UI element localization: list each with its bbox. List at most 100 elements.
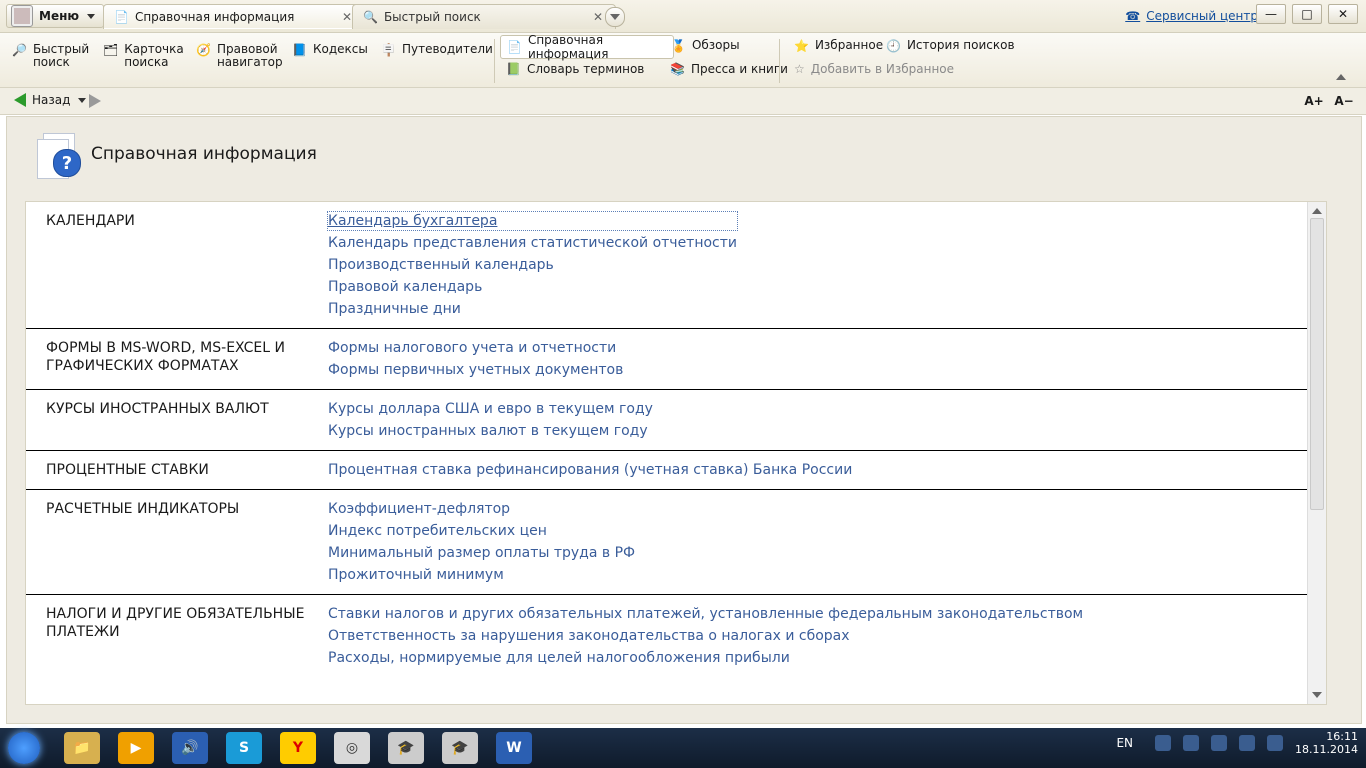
tabs-dropdown-button[interactable] <box>605 7 625 27</box>
section-links: Коэффициент-дефлятор Индекс потребительс… <box>326 500 635 584</box>
tool-text: Путеводители <box>402 43 493 56</box>
quick-search-button[interactable]: 🔎 Быстрый поиск <box>12 43 89 69</box>
magnifier-icon: 🔎 <box>12 43 27 57</box>
legal-navigator-button[interactable]: 🧭 Правовой навигатор <box>196 43 283 69</box>
link-item[interactable]: Формы налогового учета и отчетности <box>328 339 623 357</box>
sections-list: КАЛЕНДАРИ Календарь бухгалтера Календарь… <box>26 202 1308 704</box>
star-plus-icon: ☆ <box>794 62 805 76</box>
skype-icon[interactable]: S <box>226 732 262 764</box>
tab-reference-info[interactable]: 📄 Справочная информация ✕ <box>103 4 365 29</box>
add-to-favorites-label: Добавить в Избранное <box>810 62 955 76</box>
favorites-button[interactable]: ⭐ Избранное <box>794 39 883 54</box>
section-title: КУРСЫ ИНОСТРАННЫХ ВАЛЮТ <box>46 401 269 417</box>
link-item[interactable]: Правовой календарь <box>328 278 737 296</box>
search-history-button[interactable]: 🕘 История поисков <box>886 39 1015 54</box>
press-books-button[interactable]: 📚 Пресса и книги <box>670 62 788 76</box>
back-button[interactable]: Назад <box>14 93 87 107</box>
service-center-link[interactable]: ☎ Сервисный центр <box>1125 9 1258 23</box>
search-card-button[interactable]: 🗂 Карточка поиска <box>103 43 184 69</box>
scroll-thumb[interactable] <box>1310 218 1324 510</box>
link-item[interactable]: Ставки налогов и других обязательных пла… <box>328 605 1083 623</box>
help-document-icon: ? <box>37 131 81 179</box>
link-item[interactable]: Календарь представления статистической о… <box>328 234 737 252</box>
navigation-bar: Назад A+ A− <box>0 88 1366 115</box>
media-player-icon[interactable]: ▶ <box>118 732 154 764</box>
question-icon: ? <box>53 149 81 177</box>
link-item[interactable]: Ответственность за нарушения законодател… <box>328 627 1083 645</box>
system-tray: EN 16:11 18.11.2014 <box>1116 730 1358 756</box>
codes-button[interactable]: 📘 Кодексы <box>292 43 368 58</box>
signal-icon[interactable] <box>1267 735 1284 751</box>
word-icon[interactable]: W <box>496 732 532 764</box>
section-title: НАЛОГИ И ДРУГИЕ ОБЯЗАТЕЛЬНЫЕ ПЛАТЕЖИ <box>46 606 305 640</box>
section-title: РАСЧЕТНЫЕ ИНДИКАТОРЫ <box>46 501 240 517</box>
chevron-down-icon[interactable] <box>78 97 87 103</box>
minimize-button[interactable]: — <box>1256 4 1286 24</box>
scroll-down-icon[interactable] <box>1312 692 1322 698</box>
dictionary-button[interactable]: 📗 Словарь терминов <box>506 62 644 76</box>
clock[interactable]: 16:11 18.11.2014 <box>1295 730 1358 756</box>
volume-icon[interactable]: 🔊 <box>172 732 208 764</box>
explorer-icon[interactable]: 📁 <box>64 732 100 764</box>
chrome-icon[interactable]: ◎ <box>334 732 370 764</box>
menu-button[interactable]: Меню <box>6 4 105 28</box>
tool-line1: Обзоры <box>691 38 740 52</box>
add-to-favorites-button[interactable]: ☆ Добавить в Избранное <box>794 62 954 76</box>
taskbar: 📁 ▶ 🔊 S Y ◎ 🎓 🎓 W EN 16:11 18.11.2014 <box>0 728 1366 768</box>
guides-button[interactable]: 🪧 Путеводители <box>381 43 493 58</box>
network-icon[interactable] <box>1239 735 1256 751</box>
link-item[interactable]: Курсы иностранных валют в текущем году <box>328 422 653 440</box>
start-button[interactable] <box>8 732 40 764</box>
section-title: ФОРМЫ В MS-WORD, MS-EXCEL И ГРАФИЧЕСКИХ … <box>46 340 285 374</box>
content-frame: ? Справочная информация КАЛЕНДАРИ Календ… <box>6 116 1362 724</box>
chevron-down-icon <box>87 13 96 19</box>
consultant-icon[interactable]: 🎓 <box>442 732 478 764</box>
reference-panel: КАЛЕНДАРИ Календарь бухгалтера Календарь… <box>25 201 1327 705</box>
section-title: ПРОЦЕНТНЫЕ СТАВКИ <box>46 462 209 478</box>
book-icon: 📗 <box>506 62 521 76</box>
tool-line1: Путеводители <box>401 42 493 56</box>
link-item[interactable]: Коэффициент-дефлятор <box>328 500 635 518</box>
page-title: Справочная информация <box>91 144 317 164</box>
link-item[interactable]: Формы первичных учетных документов <box>328 361 623 379</box>
link-item[interactable]: Процентная ставка рефинансирования (учет… <box>328 461 852 479</box>
decrease-font-icon[interactable]: A− <box>1334 92 1354 110</box>
link-item[interactable]: Производственный календарь <box>328 256 737 274</box>
section: КАЛЕНДАРИ Календарь бухгалтера Календарь… <box>26 202 1308 329</box>
increase-font-icon[interactable]: A+ <box>1304 92 1324 110</box>
language-indicator[interactable]: EN <box>1116 736 1133 750</box>
arrow-left-icon <box>14 93 26 107</box>
books-icon: 📚 <box>670 62 685 76</box>
check-icon[interactable] <box>1183 735 1200 751</box>
close-button[interactable]: ✕ <box>1328 4 1358 24</box>
maximize-button[interactable]: □ <box>1292 4 1322 24</box>
vertical-scrollbar[interactable] <box>1307 202 1326 704</box>
chevron-up-icon[interactable] <box>1336 74 1346 80</box>
arrow-right-icon[interactable] <box>89 94 101 108</box>
section-links: Календарь бухгалтера Календарь представл… <box>326 211 739 318</box>
reviews-button[interactable]: 🏅 Обзоры <box>671 39 740 54</box>
section-links: Курсы доллара США и евро в текущем году … <box>326 400 653 440</box>
window-controls: — □ ✕ <box>1256 4 1358 24</box>
link-item[interactable]: Календарь бухгалтера <box>326 211 739 231</box>
compass-icon: 🧭 <box>196 43 211 57</box>
add-icon[interactable] <box>1155 735 1172 751</box>
link-item[interactable]: Расходы, нормируемые для целей налогообл… <box>328 649 1083 667</box>
star-icon: ⭐ <box>794 39 809 53</box>
scroll-up-icon[interactable] <box>1312 208 1322 214</box>
phone-icon: ☎ <box>1125 9 1141 23</box>
consultant-icon[interactable]: 🎓 <box>388 732 424 764</box>
volume-tray-icon[interactable] <box>1211 735 1228 751</box>
yandex-icon[interactable]: Y <box>280 732 316 764</box>
link-item[interactable]: Курсы доллара США и евро в текущем году <box>328 400 653 418</box>
reference-info-chip[interactable]: 📄 Справочная информация <box>500 33 674 61</box>
section: ПРОЦЕНТНЫЕ СТАВКИ Процентная ставка рефи… <box>26 451 1308 490</box>
link-item[interactable]: Минимальный размер оплаты труда в РФ <box>328 544 635 562</box>
close-icon[interactable]: ✕ <box>591 10 605 24</box>
section: КУРСЫ ИНОСТРАННЫХ ВАЛЮТ Курсы доллара СШ… <box>26 390 1308 451</box>
tool-text: Обзоры <box>692 39 740 52</box>
tab-quick-search[interactable]: 🔍 Быстрый поиск ✕ <box>352 4 616 29</box>
link-item[interactable]: Праздничные дни <box>328 300 737 318</box>
link-item[interactable]: Прожиточный минимум <box>328 566 635 584</box>
link-item[interactable]: Индекс потребительских цен <box>328 522 635 540</box>
